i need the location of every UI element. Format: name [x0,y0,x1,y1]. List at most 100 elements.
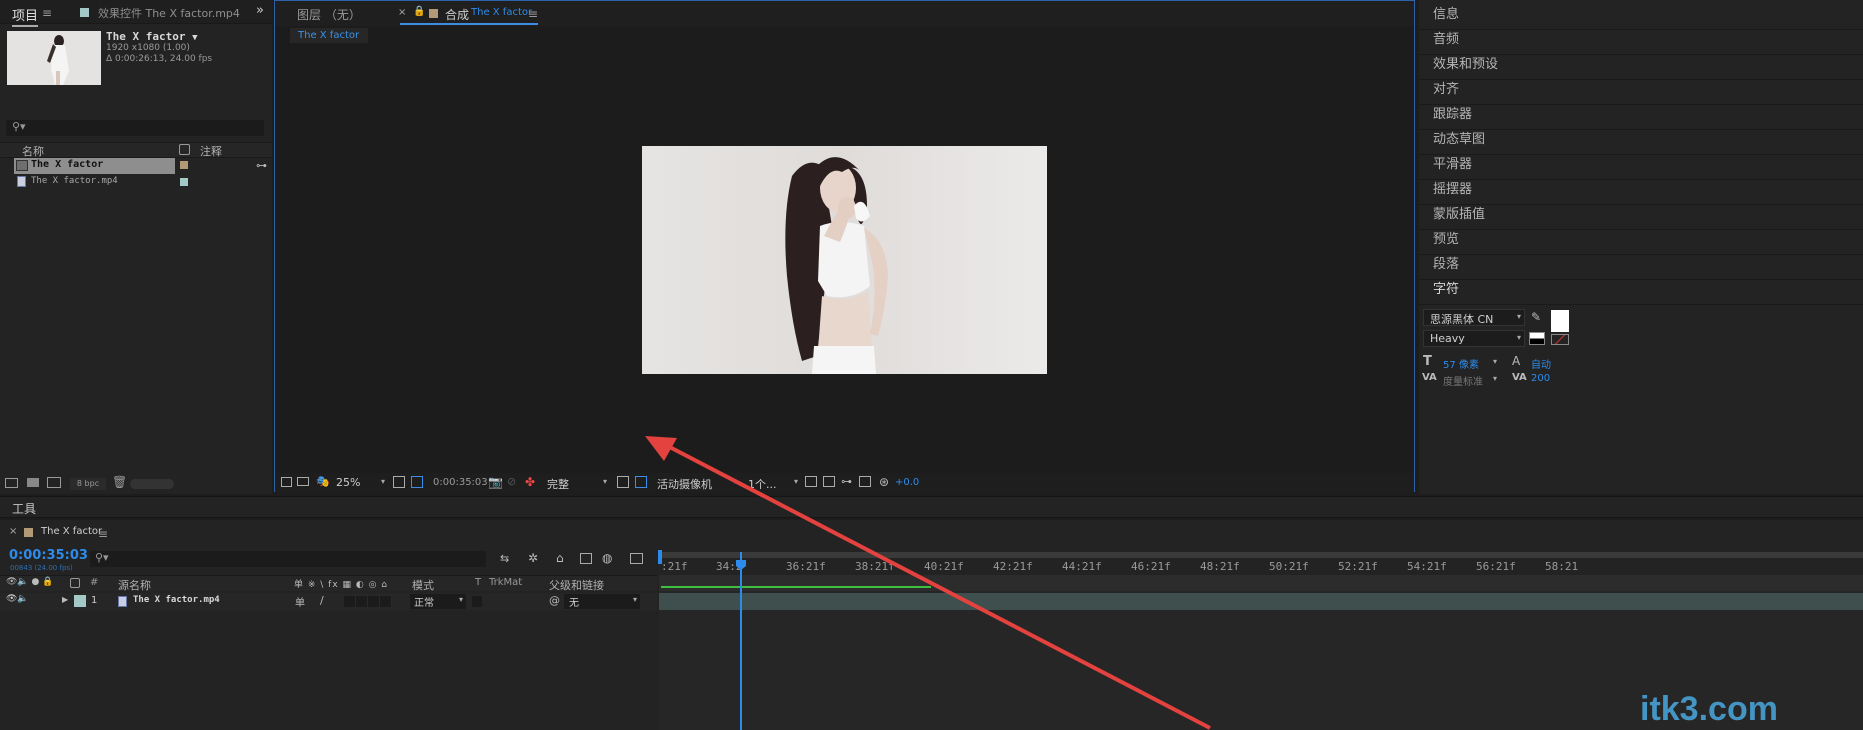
panel-character[interactable]: 字符 [1419,275,1863,305]
draft-3d-icon[interactable]: ✲ [528,551,538,565]
new-folder-icon[interactable] [27,478,39,487]
layer-name[interactable]: The X factor.mp4 [133,595,220,605]
tab-effect-controls[interactable]: 效果控件 The X factor.mp4 [98,5,240,21]
shy-switch-icon[interactable]: 单 [295,594,305,609]
frame-blending-icon[interactable] [580,553,592,564]
toggle-pixel-icon[interactable] [805,476,817,487]
font-family-select[interactable]: 思源黑体 CN ▾ [1423,309,1525,326]
pickwhip-icon[interactable]: @ [549,594,560,607]
col-source-name[interactable]: 源名称 [118,577,151,593]
timeline-tab-swatch [24,528,33,537]
toolbar-timecode[interactable]: 0:00:35:03 [433,477,488,488]
kerning-chevron-icon[interactable]: ▾ [1493,374,1497,383]
label-tag-icon[interactable] [179,144,190,155]
work-area-bar[interactable] [659,552,1863,558]
kerning-value[interactable]: 度量标准 [1443,373,1483,388]
fill-stroke-icon[interactable] [1529,332,1545,345]
switch-boxes[interactable] [344,596,392,607]
timeline-search-input[interactable]: ⚲▾ [90,551,486,567]
region-of-interest-icon[interactable] [411,476,423,488]
close-tab-icon[interactable]: × [9,526,17,537]
trash-icon[interactable]: 🗑 [112,475,127,489]
trkmat-box[interactable] [472,596,482,607]
exposure-value[interactable]: +0.0 [895,477,919,488]
chevron-down-icon: ▾ [1516,333,1521,342]
mask-icon[interactable]: 🎭 [316,475,330,488]
views-select[interactable]: 1个... ▾ [744,475,800,491]
comp-viewer-frame[interactable] [642,146,1047,374]
tab-project[interactable]: 项目 [12,5,39,27]
panel-overflow-icon[interactable]: » [256,3,264,18]
camera-select[interactable]: 活动摄像机 ▾ [653,475,739,491]
layer-label-color[interactable] [74,595,86,607]
monitor-icon[interactable] [297,477,309,486]
eyedropper-icon[interactable]: ✎ [1531,310,1541,324]
fill-color-swatch[interactable] [1551,310,1569,332]
interpret-footage-icon[interactable] [5,478,18,488]
col-trkmat[interactable]: TrkMat [489,577,522,588]
col-name-header[interactable]: 名称 [22,143,44,159]
ruler-tick-label: 38:21f [855,560,895,573]
color-channel-icon[interactable]: ✤ [525,475,535,489]
font-size-chevron-icon[interactable]: ▾ [1493,357,1497,366]
col-mode[interactable]: 模式 [412,577,434,593]
font-style-select[interactable]: Heavy ▾ [1423,330,1525,347]
layer-duration-bar[interactable] [659,593,1863,610]
time-ruler[interactable]: :21f 34:2 36:21f 38:21f 40:21f 42:21f 44… [659,550,1863,575]
resolution-grid-icon[interactable] [393,476,405,488]
guides-icon[interactable] [635,476,647,488]
timeline-link-icon[interactable] [859,476,871,487]
flowchart-view-icon[interactable]: ⊶ [841,475,852,488]
ruler-tick-label: 50:21f [1269,560,1309,573]
toggle-transparency-icon[interactable] [617,476,629,488]
fast-preview-icon[interactable] [823,476,835,487]
tools-title[interactable]: 工具 [12,500,36,517]
ruler-tick-label: 36:21f [786,560,826,573]
flowchart-icon[interactable]: ⊶ [256,159,267,172]
zoom-select[interactable]: 25% ▾ [333,475,387,491]
always-preview-icon[interactable] [281,477,292,487]
bpc-button[interactable]: 8 bpc [70,478,106,490]
tab-timeline-comp[interactable]: The X factor [41,526,102,537]
label-tag-icon[interactable] [70,578,80,588]
layer-row[interactable]: 👁🔈 ▶ 1 The X factor.mp4 单 / 正常 ▾ @ 无 ▾ [0,593,657,610]
item-label-color[interactable] [180,178,188,186]
project-menu-icon[interactable]: ≡ [42,6,52,20]
comp-subtab[interactable]: The X factor [290,28,368,43]
col-parent[interactable]: 父级和链接 [549,577,604,593]
expand-arrow-icon[interactable]: ▶ [62,595,68,604]
no-stroke-icon[interactable] [1551,334,1569,345]
timeline-timecode[interactable]: 0:00:35:03 [9,548,88,563]
camera-snapshot-icon[interactable]: 📷 [488,475,503,489]
mode-select[interactable]: 正常 ▾ [410,594,466,609]
project-search-input[interactable]: ⚲▾ [6,120,264,136]
font-size-value[interactable]: 57 像素 [1443,356,1479,371]
show-snapshot-icon[interactable]: ⊘ [507,475,516,488]
work-area-start[interactable] [658,550,662,564]
thumb-duration: Δ 0:00:26:13, 24.00 fps [106,54,213,64]
comp-menu-icon[interactable]: ≡ [528,7,538,21]
video-visibility-icon[interactable]: 👁🔈 [6,594,29,604]
new-comp-icon[interactable] [47,477,61,488]
quality-switch-icon[interactable]: / [320,594,324,607]
project-item-footage[interactable]: The X factor.mp4 [14,174,268,190]
quality-select[interactable]: 完整 ▾ [543,475,609,491]
right-panel-stack: 信息 音频 效果和预设 对齐 跟踪器 动态草图 平滑器 摇摆器 蒙版插值 预览 … [1419,0,1863,494]
item-label-color[interactable] [180,161,188,169]
timeline-menu-icon[interactable]: ≡ [98,527,108,541]
parent-select[interactable]: 无 ▾ [564,594,640,609]
comp-mini-flowchart-icon[interactable]: ⇆ [500,552,509,565]
thumb-dropdown-icon[interactable]: ▼ [192,33,197,43]
render-bar [661,586,931,588]
reset-exposure-icon[interactable]: ⊛ [879,475,889,489]
project-item-comp[interactable]: The X factor ⊶ [14,158,268,174]
motion-blur-icon[interactable]: ◍ [602,551,612,565]
project-scrollbar[interactable] [130,479,174,489]
graph-editor-icon[interactable] [630,553,643,564]
leading-value[interactable]: 自动 [1531,356,1551,371]
col-comment-header[interactable]: 注释 [200,143,222,159]
shy-layers-icon[interactable]: ⌂ [556,551,564,565]
tracking-value[interactable]: 200 [1531,373,1550,384]
playhead[interactable] [740,552,742,730]
tab-layer[interactable]: 图层 （无） [297,6,361,23]
